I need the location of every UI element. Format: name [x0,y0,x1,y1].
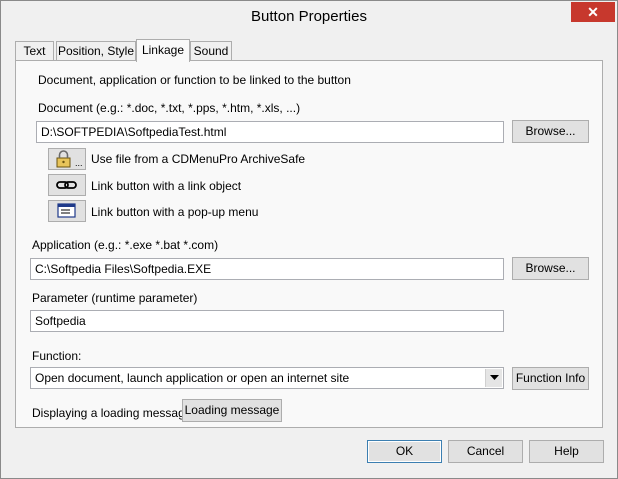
document-label: Document (e.g.: *.doc, *.txt, *.pps, *.h… [38,101,301,115]
function-info-button[interactable]: Function Info [512,367,589,390]
document-field[interactable]: D:\SOFTPEDIA\SoftpediaTest.html [36,121,504,143]
tab-linkage[interactable]: Linkage [136,39,190,62]
svg-text:...: ... [75,158,83,168]
loading-message-button[interactable]: Loading message [182,399,282,422]
popup-menu-label: Link button with a pop-up menu [91,205,259,219]
help-button[interactable]: Help [529,440,604,463]
ok-button[interactable]: OK [367,440,442,463]
cancel-button[interactable]: Cancel [448,440,523,463]
popup-menu-button[interactable] [48,200,86,222]
archivesafe-label: Use file from a CDMenuPro ArchiveSafe [91,152,306,166]
function-label: Function: [32,349,82,363]
loading-label: Displaying a loading message [32,406,192,420]
link-object-button[interactable] [48,174,86,196]
lock-icon: ... [56,150,83,168]
window-title: Button Properties [251,8,367,25]
dialog-window: Button Properties ✕ Text Position, Style… [0,0,618,479]
title-bar: Button Properties ✕ [1,1,617,33]
application-label: Application (e.g.: *.exe *.bat *.com) [32,238,219,252]
popup-menu-icon [57,203,76,218]
chain-link-icon [56,181,77,189]
close-button[interactable]: ✕ [571,2,615,22]
intro-text: Document, application or function to be … [38,73,351,87]
function-dropdown[interactable]: Open document, launch application or ope… [30,367,504,389]
tab-text[interactable]: Text [15,41,54,60]
function-selected-value: Open document, launch application or ope… [35,371,350,385]
parameter-field[interactable]: Softpedia [30,310,504,332]
linkage-panel: Document, application or function to be … [15,60,603,428]
application-browse-button[interactable]: Browse... [512,257,589,280]
tab-sound[interactable]: Sound [190,41,232,60]
document-browse-button[interactable]: Browse... [512,120,589,143]
parameter-label: Parameter (runtime parameter) [32,291,198,305]
tab-position-style[interactable]: Position, Style [56,41,136,60]
link-object-label: Link button with a link object [91,179,242,193]
archivesafe-button[interactable]: ... [48,148,86,170]
application-field[interactable]: C:\Softpedia Files\Softpedia.EXE [30,258,504,280]
dropdown-arrow-icon[interactable] [485,369,502,387]
